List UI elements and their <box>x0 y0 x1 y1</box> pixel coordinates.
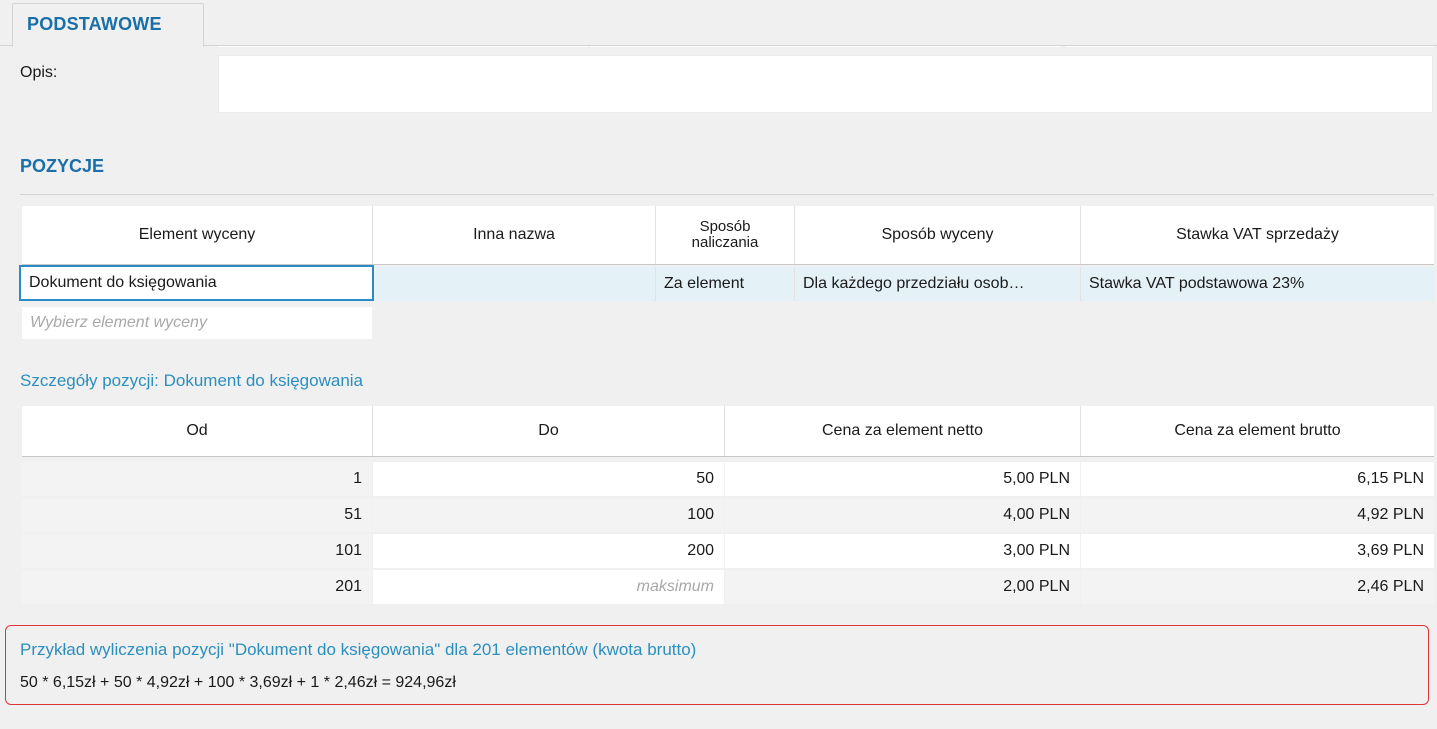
element-wyceny-value: Dokument do księgowania <box>29 274 217 291</box>
inna-nazwa-cell[interactable] <box>376 267 655 301</box>
element-wyceny-cell-focused[interactable]: Dokument do księgowania <box>19 265 374 301</box>
column-header-od[interactable]: Od <box>22 406 372 456</box>
tab-podstawowe[interactable]: PODSTAWOWE <box>12 3 204 47</box>
cena-netto-cell[interactable]: 5,00 PLN <box>725 462 1080 496</box>
column-header-cena-netto[interactable]: Cena za element netto <box>725 406 1080 456</box>
do-cell[interactable]: 200 <box>373 534 724 568</box>
column-header-sposob-naliczania[interactable]: Sposób naliczania <box>656 206 794 264</box>
od-cell[interactable]: 51 <box>22 498 372 532</box>
opis-label: Opis: <box>20 64 58 81</box>
column-separator <box>1080 267 1081 301</box>
column-header-sposob-wyceny[interactable]: Sposób wyceny <box>795 206 1080 264</box>
sposob-naliczania-cell[interactable]: Za element <box>656 267 794 301</box>
example-formula: 50 * 6,15zł + 50 * 4,92zł + 100 * 3,69zł… <box>20 674 456 691</box>
cena-netto-cell[interactable]: 2,00 PLN <box>725 570 1080 604</box>
section-title-pozycje: POZYCJE <box>20 156 105 176</box>
details-title: Szczegóły pozycji: Dokument do księgowan… <box>20 371 364 390</box>
cena-brutto-cell: 2,46 PLN <box>1081 570 1434 604</box>
column-separator <box>372 206 373 264</box>
divider <box>590 46 1060 47</box>
sposob-wyceny-cell[interactable]: Dla każdego przedziału osob… <box>795 267 1080 301</box>
column-separator <box>655 206 656 264</box>
cena-brutto-cell: 6,15 PLN <box>1081 462 1434 496</box>
od-cell[interactable]: 201 <box>22 570 372 604</box>
od-cell[interactable]: 101 <box>22 534 372 568</box>
do-cell[interactable]: 50 <box>373 462 724 496</box>
example-title: Przykład wyliczenia pozycji "Dokument do… <box>20 640 697 659</box>
column-separator <box>1080 406 1081 456</box>
column-header-element-wyceny[interactable]: Element wyceny <box>22 206 372 264</box>
column-separator <box>655 267 656 301</box>
column-header-cena-brutto[interactable]: Cena za element brutto <box>1081 406 1434 456</box>
column-separator <box>794 267 795 301</box>
tab-label: PODSTAWOWE <box>27 14 162 34</box>
cena-brutto-cell: 4,92 PLN <box>1081 498 1434 532</box>
column-separator <box>372 406 373 456</box>
header-divider <box>22 456 1434 457</box>
tab-bar: PODSTAWOWE <box>0 0 1437 47</box>
column-separator <box>794 206 795 264</box>
od-cell[interactable]: 1 <box>22 462 372 496</box>
divider <box>1066 46 1434 47</box>
column-header-inna-nazwa[interactable]: Inna nazwa <box>373 206 655 264</box>
section-divider <box>20 194 1434 195</box>
calculation-example-box: Przykład wyliczenia pozycji "Dokument do… <box>5 625 1429 705</box>
column-separator <box>724 406 725 456</box>
cena-netto-cell[interactable]: 3,00 PLN <box>725 534 1080 568</box>
column-header-do[interactable]: Do <box>373 406 724 456</box>
do-cell[interactable]: 100 <box>373 498 724 532</box>
opis-field[interactable] <box>218 55 1433 113</box>
stawka-vat-cell[interactable]: Stawka VAT podstawowa 23% <box>1081 267 1434 301</box>
cena-brutto-cell: 3,69 PLN <box>1081 534 1434 568</box>
new-element-input[interactable]: Wybierz element wyceny <box>22 307 372 339</box>
column-header-stawka-vat[interactable]: Stawka VAT sprzedaży <box>1081 206 1434 264</box>
column-separator <box>1080 206 1081 264</box>
do-cell[interactable]: maksimum <box>373 570 724 604</box>
divider <box>218 46 588 47</box>
cena-netto-cell[interactable]: 4,00 PLN <box>725 498 1080 532</box>
